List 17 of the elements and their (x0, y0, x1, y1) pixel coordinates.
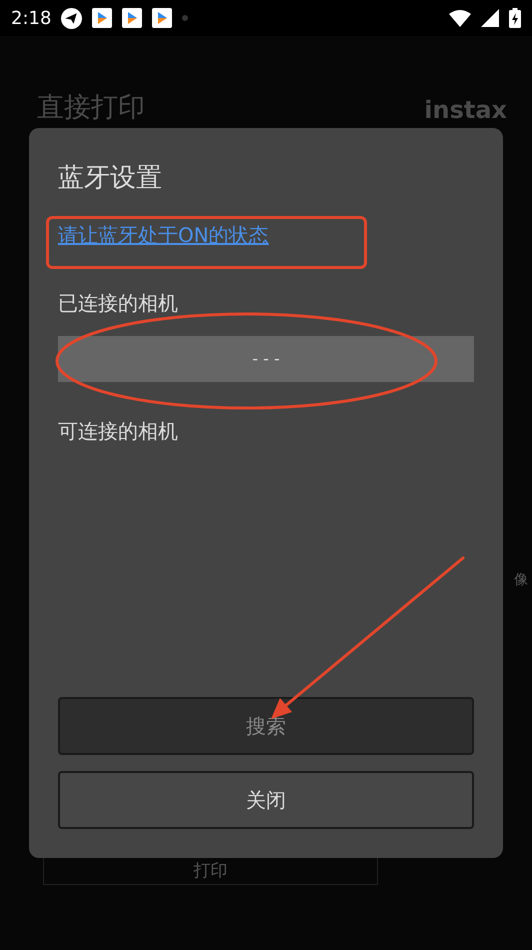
app-icon (92, 8, 112, 28)
app-icon (122, 8, 142, 28)
side-text: 像 (514, 571, 528, 590)
clock: 2:18 (11, 6, 52, 30)
connected-camera: - - - (58, 336, 474, 382)
connected-label: 已连接的相机 (58, 290, 179, 317)
paper-plane-icon (61, 8, 82, 28)
logo: instax (424, 95, 507, 126)
wifi-icon (449, 9, 471, 27)
app-icon (152, 8, 172, 28)
dialog-button[interactable]: 关闭 (58, 771, 474, 829)
available-label: 可连接的相机 (58, 418, 178, 445)
dot-icon (182, 15, 188, 21)
signal-icon (481, 9, 499, 27)
dialog-title: 蓝牙设置 (58, 162, 163, 195)
page-title: 直接打印 (37, 92, 145, 124)
battery-icon (509, 8, 521, 28)
